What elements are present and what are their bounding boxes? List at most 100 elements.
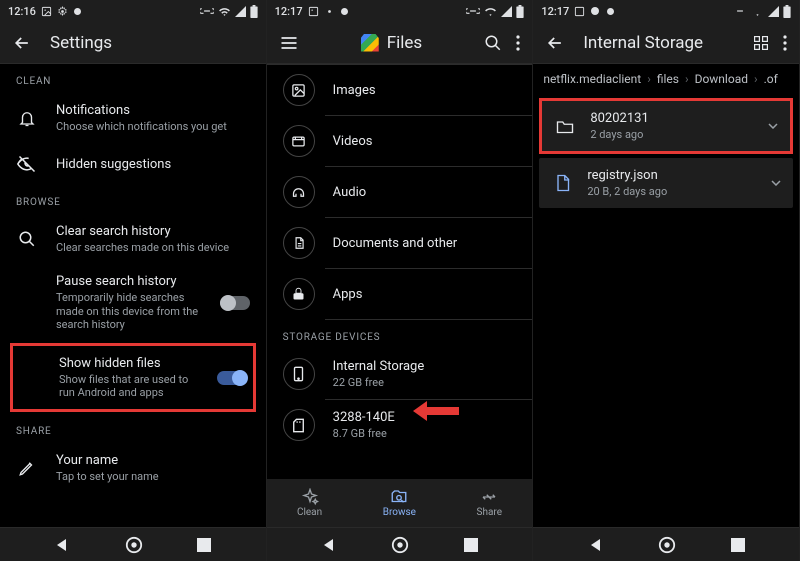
category-images[interactable]: Images	[267, 65, 533, 115]
menu-icon[interactable]	[279, 33, 299, 53]
nav-label: Share	[477, 507, 502, 518]
folder-icon	[554, 115, 576, 137]
chevron-down-icon[interactable]	[771, 180, 781, 186]
app-bar: Internal Storage	[533, 22, 799, 64]
chevron-right-icon: ›	[754, 72, 758, 86]
audio-icon	[283, 176, 315, 208]
item-label: registry.json	[587, 168, 757, 183]
eye-off-icon	[16, 153, 38, 175]
item-label: Clear search history	[56, 224, 250, 239]
files-logo-icon	[361, 34, 379, 52]
image-icon	[574, 6, 585, 17]
app-bar: Files	[267, 22, 533, 64]
home-button[interactable]	[658, 536, 676, 554]
nav-share[interactable]: Share	[477, 488, 502, 518]
signal-icon	[235, 6, 246, 17]
breadcrumb[interactable]: netflix.mediaclient › files › Download ›…	[533, 64, 799, 94]
back-button[interactable]	[588, 537, 604, 553]
sd-card-icon	[283, 409, 315, 441]
item-label: Documents and other	[333, 236, 458, 251]
more-icon[interactable]	[783, 35, 787, 51]
chevron-right-icon: ›	[685, 72, 689, 86]
category-documents[interactable]: Documents and other	[267, 218, 533, 268]
item-sublabel: 20 B, 2 days ago	[587, 185, 757, 198]
category-videos[interactable]: Videos	[267, 116, 533, 166]
page-title: Internal Storage	[583, 33, 735, 53]
pause-history-toggle[interactable]	[220, 296, 250, 310]
home-button[interactable]	[391, 536, 409, 554]
phone-icon	[283, 358, 315, 390]
crumb[interactable]: .of	[764, 72, 778, 86]
highlight-show-hidden: Show hidden files Show files that are us…	[10, 343, 256, 412]
crumb[interactable]: Download	[695, 72, 748, 86]
page-title: Settings	[50, 33, 112, 53]
item-sublabel: Choose which notifications you get	[56, 120, 250, 133]
item-sublabel: Show files that are used to run Android …	[59, 373, 199, 399]
settings-notifications[interactable]: Notifications Choose which notifications…	[0, 93, 266, 143]
section-share: SHARE	[0, 414, 266, 443]
search-icon[interactable]	[484, 34, 502, 52]
crumb[interactable]: files	[657, 72, 679, 86]
image-icon	[41, 6, 52, 17]
storage-content: 80202131 2 days ago registry.json 20 B, …	[533, 94, 799, 527]
spacer-icon	[19, 367, 41, 389]
circle-icon	[606, 7, 615, 16]
category-apps[interactable]: Apps	[267, 269, 533, 319]
item-label: Notifications	[56, 103, 250, 118]
link-icon	[466, 6, 480, 16]
page-title: Files	[387, 33, 422, 53]
item-label: Audio	[333, 185, 366, 200]
item-label: Hidden suggestions	[56, 157, 250, 172]
status-bar: 12:17	[267, 0, 533, 22]
circle-icon	[340, 7, 349, 16]
file-registry[interactable]: registry.json 20 B, 2 days ago	[539, 158, 793, 208]
item-sublabel: Clear searches made on this device	[56, 241, 250, 254]
settings-pause-history[interactable]: Pause search history Temporarily hide se…	[0, 264, 266, 341]
back-button[interactable]	[321, 537, 337, 553]
nav-browse[interactable]: Browse	[383, 488, 416, 518]
recent-button[interactable]	[197, 538, 211, 552]
link-icon	[733, 6, 747, 16]
documents-icon	[283, 227, 315, 259]
status-time: 12:17	[541, 5, 569, 18]
item-label: Your name	[56, 453, 250, 468]
system-nav	[533, 527, 799, 561]
grid-view-icon[interactable]	[753, 35, 769, 51]
settings-content: CLEAN Notifications Choose which notific…	[0, 64, 266, 527]
settings-show-hidden[interactable]: Show hidden files Show files that are us…	[13, 348, 253, 407]
recent-button[interactable]	[731, 538, 745, 552]
category-audio[interactable]: Audio	[267, 167, 533, 217]
files-content: Images Videos Audio Documents and other …	[267, 64, 533, 479]
phone-settings: 12:16 Settings CLEAN Notifications Choos…	[0, 0, 267, 561]
section-browse: BROWSE	[0, 185, 266, 214]
home-button[interactable]	[125, 536, 143, 554]
gear-icon	[324, 6, 335, 17]
settings-hidden-suggestions[interactable]: Hidden suggestions	[0, 143, 266, 185]
videos-icon	[283, 125, 315, 157]
back-icon[interactable]	[12, 33, 32, 53]
status-time: 12:16	[8, 5, 36, 18]
storage-internal[interactable]: Internal Storage 22 GB free	[267, 349, 533, 399]
chevron-right-icon: ›	[647, 72, 651, 86]
signal-icon	[768, 6, 779, 17]
gear-icon	[57, 6, 68, 17]
status-bar: 12:17	[533, 0, 799, 22]
back-button[interactable]	[54, 537, 70, 553]
link-icon	[200, 6, 214, 16]
settings-your-name[interactable]: Your name Tap to set your name	[0, 443, 266, 493]
recent-button[interactable]	[464, 538, 478, 552]
crumb[interactable]: netflix.mediaclient	[543, 72, 641, 86]
chevron-down-icon[interactable]	[768, 123, 778, 129]
phone-internal-storage: 12:17 Internal Storage netflix.mediaclie…	[533, 0, 800, 561]
file-folder[interactable]: 80202131 2 days ago	[539, 98, 793, 154]
back-icon[interactable]	[545, 33, 565, 53]
settings-clear-history[interactable]: Clear search history Clear searches made…	[0, 214, 266, 264]
wifi-icon	[751, 6, 764, 16]
more-icon[interactable]	[516, 35, 520, 51]
system-nav	[267, 527, 533, 561]
storage-sd[interactable]: 3288-140E 8.7 GB free	[267, 400, 533, 450]
nav-clean[interactable]: Clean	[297, 488, 322, 518]
show-hidden-toggle[interactable]	[217, 371, 247, 385]
nav-label: Browse	[383, 507, 416, 518]
item-label: Pause search history	[56, 274, 202, 289]
